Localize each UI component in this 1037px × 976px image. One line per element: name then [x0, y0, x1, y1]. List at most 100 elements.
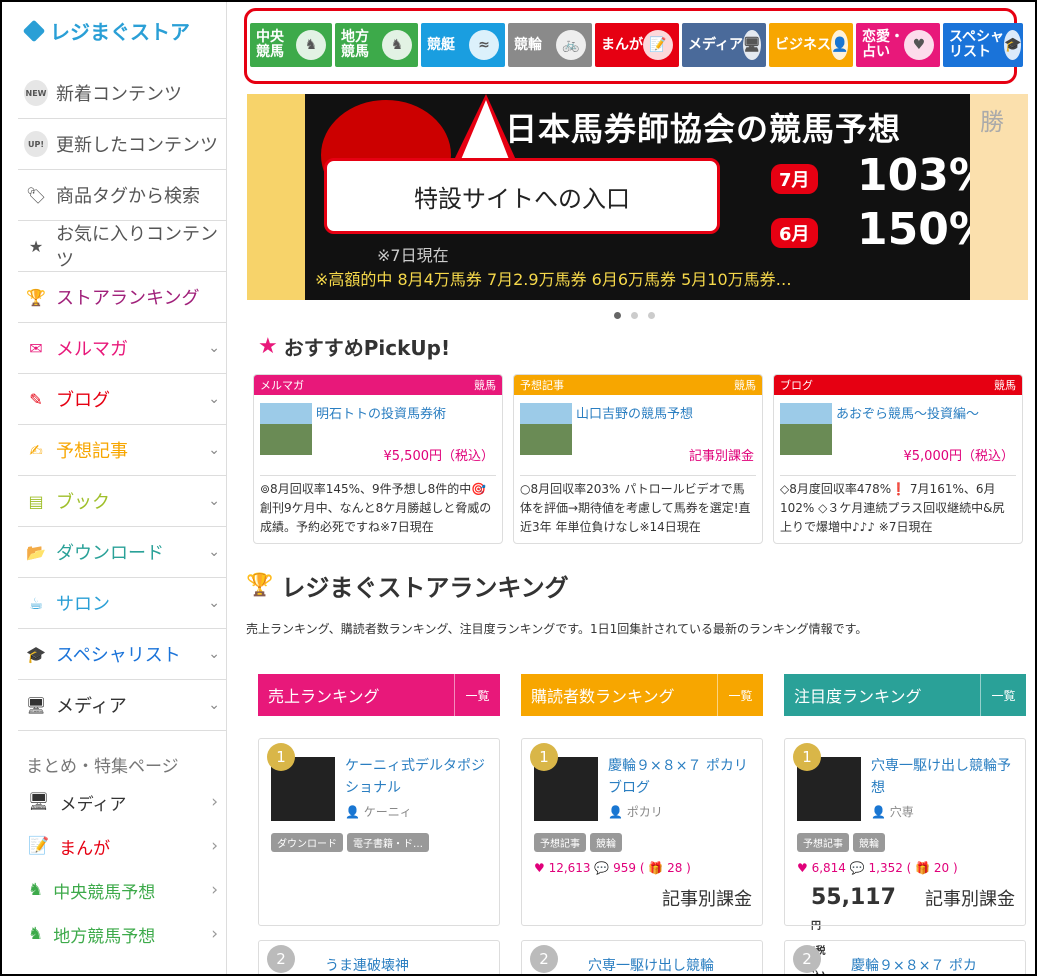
banner-title: 日本馬券師協会の競馬予想	[505, 110, 902, 148]
tag-chip[interactable]: 予想記事	[797, 833, 849, 852]
sidebar-item[interactable]: ✎ ブログ ⌄	[18, 374, 226, 425]
carousel-dot[interactable]	[614, 312, 621, 319]
sidebar-sub-item[interactable]: 🖥 メディア ›	[28, 780, 218, 824]
sidebar-item[interactable]: ✉ メルマガ ⌄	[18, 323, 226, 374]
ranking-item[interactable]: 1 ケーニィ式デルタポジショナル 👤 ケーニィ ダウンロード 電子書籍・ド… 55,117…	[258, 738, 896, 974]
sidebar-sub-item[interactable]: ♞ 地方競馬予想 ›	[28, 912, 218, 956]
chevron-right-icon[interactable]: ›	[211, 836, 218, 856]
category-tab[interactable]: 競輪 🚲	[508, 23, 592, 67]
ranking-item-title[interactable]: 穴専一駆け出し競輪	[588, 955, 714, 974]
ranking-item[interactable]: 2 うま連破壊神	[258, 940, 500, 974]
chevron-right-icon[interactable]: ›	[211, 792, 218, 812]
chevron-down-icon[interactable]: ⌄	[208, 340, 220, 356]
sidebar-item[interactable]: UP! 更新したコンテンツ	[18, 119, 226, 170]
carousel-dot[interactable]	[631, 312, 638, 319]
pickup-title-link[interactable]: 明石トトの投資馬券術	[316, 403, 446, 422]
ranking-item-title[interactable]: 穴専一駆け出し競輪予想	[871, 755, 1021, 800]
ranking-item-title[interactable]: ケーニィ式デルタポジショナル	[345, 755, 495, 800]
sidebar-item[interactable]: 🖥 メディア ⌄	[18, 680, 226, 731]
month-pill: 7月	[771, 164, 818, 194]
sidebar-sub-item[interactable]: ♞ 中央競馬予想 ›	[28, 868, 218, 912]
logo-text: レジまぐストア	[50, 20, 190, 44]
category-tab[interactable]: まんが 📝	[595, 23, 679, 67]
banner-next-slide[interactable]: 勝	[970, 94, 1028, 300]
tag-chip[interactable]: ダウンロード	[271, 833, 343, 852]
category-tab[interactable]: スペシャ リスト 🎓	[943, 23, 1023, 67]
ranking-item[interactable]: 2 慶輪９×８×７ ポカ	[784, 940, 1026, 974]
sidebar-sub-label: 地方競馬予想	[53, 926, 156, 947]
star-icon: ★	[28, 236, 44, 256]
chevron-down-icon[interactable]: ⌄	[208, 544, 220, 560]
cap-icon: 🎓	[26, 644, 46, 664]
sidebar-item[interactable]: ▤ ブック ⌄	[18, 476, 226, 527]
category-label: まんが	[601, 36, 643, 53]
tag-chip[interactable]: 競輪	[590, 833, 622, 852]
sidebar-sub-label: 中央競馬予想	[53, 882, 156, 903]
pickup-card[interactable]: 予想記事 競馬 山口吉野の競馬予想 記事別課金 ○8月回収率203% パトロールビデオで…	[513, 374, 763, 544]
pickup-card-header: メルマガ 競馬	[254, 375, 502, 395]
pickup-price: ¥5,500円（税込）	[383, 449, 495, 464]
badge-icon: NEW	[24, 80, 48, 106]
sidebar-item[interactable]: 🏷 商品タグから検索	[18, 170, 226, 221]
ranking-column-header: 購読者数ランキング 一覧	[521, 674, 763, 716]
badge-icon: UP!	[24, 131, 48, 157]
sidebar-item[interactable]: 🎓 スペシャリスト ⌄	[18, 629, 226, 680]
ranking-column-title: 注目度ランキング	[794, 687, 922, 706]
pickup-thumbnail	[260, 403, 312, 455]
sidebar-item[interactable]: 🏆 ストアランキング	[18, 272, 226, 323]
chevron-down-icon[interactable]: ⌄	[208, 646, 220, 662]
ranking-list-link[interactable]: 一覧	[454, 674, 500, 716]
sidebar-item[interactable]: ☕ サロン ⌄	[18, 578, 226, 629]
category-tab[interactable]: 恋愛・ 占い ♥	[856, 23, 940, 67]
store-logo[interactable]: レジまぐストア	[22, 16, 190, 45]
pickup-title-link[interactable]: あおぞら競馬～投資編～	[836, 403, 979, 422]
pickup-card[interactable]: メルマガ 競馬 明石トトの投資馬券術 ¥5,500円（税込） ⊚8月回収率145%、9件…	[253, 374, 503, 544]
category-tab[interactable]: 競艇 ≈	[421, 23, 505, 67]
category-tab[interactable]: 地方 競馬 ♞	[335, 23, 418, 67]
monitor-icon: 🖥	[743, 30, 761, 60]
banner-ticker: ※高額的中 8月4万馬券 7月2.9万馬券 6月6万馬券 5月10万馬券…	[315, 270, 792, 289]
side-sub-nav: 🖥 メディア › 📝 まんが › ♞ 中央競馬予想 › ♞ 地方競馬予想 ›	[28, 780, 218, 956]
chevron-down-icon[interactable]: ⌄	[208, 595, 220, 611]
ranking-item-author: 👤 穴専	[871, 803, 914, 820]
pickup-heading: ★ おすすめPickUp!	[258, 332, 450, 361]
tag-chip[interactable]: 競輪	[853, 833, 885, 852]
edit-icon: ✍	[29, 440, 43, 460]
category-tab[interactable]: ビジネス 👤	[769, 23, 853, 67]
author-name: ケーニィ	[363, 805, 412, 819]
ranking-item[interactable]: 2 穴専一駆け出し競輪	[521, 940, 763, 974]
sidebar-item[interactable]: ✍ 予想記事 ⌄	[18, 425, 226, 476]
ranking-item[interactable]: 1 慶輪９×８×７ ポカリブログ 👤 ポカリ 予想記事 競輪 ♥ 12,613 💬 959…	[521, 738, 763, 926]
carousel-dot[interactable]	[648, 312, 655, 319]
ranking-item-title[interactable]: 慶輪９×８×７ ポカ	[851, 955, 977, 974]
chevron-down-icon[interactable]: ⌄	[208, 442, 220, 458]
pickup-title-link[interactable]: 山口吉野の競馬予想	[576, 403, 693, 422]
ranking-item-stats: ♥ 6,814 💬 1,352 ( 🎁 20 )	[797, 861, 958, 875]
pickup-description: ○8月回収率203% パトロールビデオで馬体を評価→期待値を考慮して馬券を選定!…	[520, 475, 756, 538]
tag-chip[interactable]: 電子書籍・ド…	[347, 833, 429, 852]
sidebar-item[interactable]: 📂 ダウンロード ⌄	[18, 527, 226, 578]
banner-prev-slide[interactable]	[247, 94, 305, 300]
chevron-down-icon[interactable]: ⌄	[208, 697, 220, 713]
category-tab[interactable]: 中央 競馬 ♞	[250, 23, 332, 67]
chevron-down-icon[interactable]: ⌄	[208, 391, 220, 407]
ranking-list-link[interactable]: 一覧	[980, 674, 1026, 716]
sidebar-item[interactable]: NEW 新着コンテンツ	[18, 68, 226, 119]
chevron-right-icon[interactable]: ›	[211, 880, 218, 900]
tag-chip[interactable]: 予想記事	[534, 833, 586, 852]
chevron-right-icon[interactable]: ›	[211, 924, 218, 944]
ranking-column-title: 売上ランキング	[268, 687, 380, 706]
sidebar-item[interactable]: ★ お気に入りコンテンツ	[18, 221, 226, 272]
ranking-item-title[interactable]: うま連破壊神	[325, 955, 409, 974]
cap-icon: 🎓	[1004, 30, 1022, 60]
trophy-icon: 🏆	[26, 287, 46, 307]
ranking-item-title[interactable]: 慶輪９×８×７ ポカリブログ	[608, 755, 758, 800]
category-bar: 中央 競馬 ♞ 地方 競馬 ♞ 競艇 ≈ 競輪 🚲 まんが 📝 メディア 🖥 ビジネス 👤 恋愛・ 占い ♥ ス…	[244, 8, 1023, 84]
ranking-list-link[interactable]: 一覧	[717, 674, 763, 716]
ranking-item[interactable]: 1 穴専一駆け出し競輪予想 👤 穴専 予想記事 競輪 ♥ 6,814 💬 1,352 ( …	[784, 738, 1026, 926]
category-tab[interactable]: メディア 🖥	[682, 23, 766, 67]
chevron-down-icon[interactable]: ⌄	[208, 493, 220, 509]
sidebar-sub-item[interactable]: 📝 まんが ›	[28, 824, 218, 868]
ranking-description: 売上ランキング、購読者数ランキング、注目度ランキングです。1日1回集計されている…	[246, 622, 868, 636]
pickup-card[interactable]: ブログ 競馬 あおぞら競馬～投資編～ ¥5,000円（税込） ◇8月度回収率478%❗ …	[773, 374, 1023, 544]
